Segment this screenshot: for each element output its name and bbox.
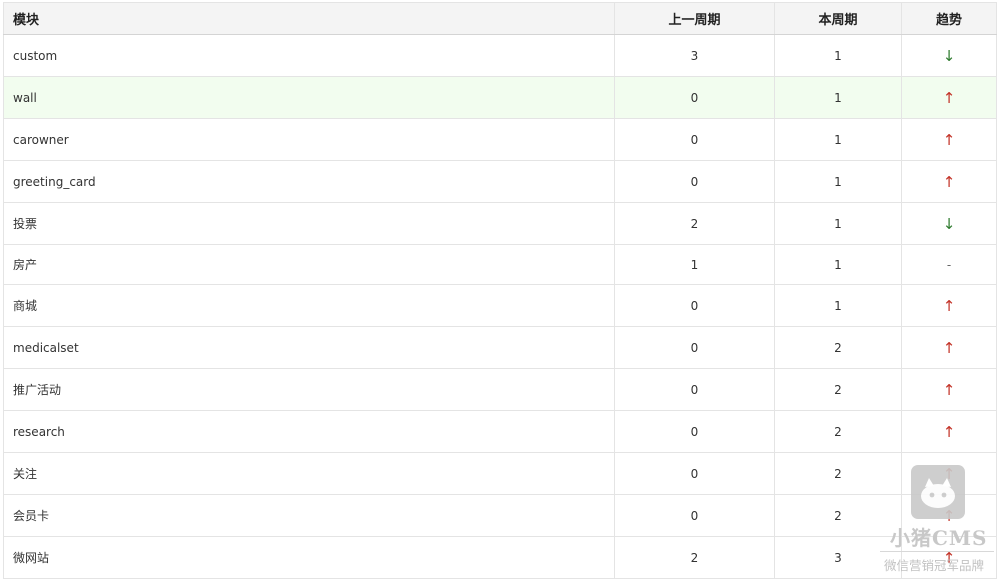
module-name: custom	[3, 34, 615, 77]
header-trend[interactable]: 趋势	[901, 2, 997, 35]
header-prev-period[interactable]: 上一周期	[614, 2, 775, 35]
trend-up-icon: ↑	[942, 130, 956, 149]
table-row: 投票 2 1 ↓	[3, 202, 997, 245]
prev-value: 0	[614, 368, 775, 411]
trend-up-icon: ↑	[942, 548, 956, 567]
trend-down-icon: ↓	[942, 46, 956, 65]
module-name: 会员卡	[3, 494, 615, 537]
table-row: 推广活动 0 2 ↑	[3, 368, 997, 411]
module-name: 微网站	[3, 536, 615, 579]
curr-value: 2	[774, 410, 902, 453]
prev-value: 0	[614, 452, 775, 495]
prev-value: 1	[614, 244, 775, 285]
table-row: 关注 0 2 ↑	[3, 452, 997, 495]
table-row: custom 3 1 ↓	[3, 34, 997, 77]
curr-value: 1	[774, 118, 902, 161]
table-row: medicalset 0 2 ↑	[3, 326, 997, 369]
curr-value: 2	[774, 368, 902, 411]
curr-value: 2	[774, 452, 902, 495]
curr-value: 1	[774, 76, 902, 119]
module-name: 推广活动	[3, 368, 615, 411]
table-row: 微网站 2 3 ↑	[3, 536, 997, 579]
module-name: carowner	[3, 118, 615, 161]
curr-value: 1	[774, 34, 902, 77]
module-name: 投票	[3, 202, 615, 245]
table-row: carowner 0 1 ↑	[3, 118, 997, 161]
table-row: 会员卡 0 2 ↑	[3, 494, 997, 537]
trend-up-icon: ↑	[942, 296, 956, 315]
curr-value: 2	[774, 494, 902, 537]
module-name: medicalset	[3, 326, 615, 369]
module-name: wall	[3, 76, 615, 119]
prev-value: 0	[614, 410, 775, 453]
table-row: greeting_card 0 1 ↑	[3, 160, 997, 203]
trend-up-icon: ↑	[942, 506, 956, 525]
module-name: 关注	[3, 452, 615, 495]
prev-value: 3	[614, 34, 775, 77]
module-name: 商城	[3, 284, 615, 327]
prev-value: 0	[614, 160, 775, 203]
trend-up-icon: ↑	[942, 172, 956, 191]
prev-value: 0	[614, 326, 775, 369]
table-row: 房产 1 1-	[3, 244, 997, 285]
trend-up-icon: ↑	[942, 380, 956, 399]
trend-up-icon: ↑	[942, 422, 956, 441]
module-stats-table: 模块 上一周期 本周期 趋势 custom 3 1 ↓ wall 0 1 ↑ carowne…	[3, 2, 997, 579]
prev-value: 0	[614, 118, 775, 161]
header-module[interactable]: 模块	[3, 2, 615, 35]
trend-flat-icon: -	[946, 257, 952, 272]
table-row: wall 0 1 ↑	[3, 76, 997, 119]
table-row: 商城 0 1 ↑	[3, 284, 997, 327]
curr-value: 1	[774, 160, 902, 203]
trend-up-icon: ↑	[942, 464, 956, 483]
prev-value: 0	[614, 494, 775, 537]
table-row: research 0 2 ↑	[3, 410, 997, 453]
curr-value: 1	[774, 244, 902, 285]
prev-value: 2	[614, 536, 775, 579]
prev-value: 0	[614, 284, 775, 327]
prev-value: 0	[614, 76, 775, 119]
curr-value: 2	[774, 326, 902, 369]
curr-value: 1	[774, 202, 902, 245]
trend-down-icon: ↓	[942, 214, 956, 233]
module-name: research	[3, 410, 615, 453]
module-name: 房产	[3, 244, 615, 285]
header-current-period[interactable]: 本周期	[774, 2, 902, 35]
module-name: greeting_card	[3, 160, 615, 203]
prev-value: 2	[614, 202, 775, 245]
trend-up-icon: ↑	[942, 338, 956, 357]
trend-up-icon: ↑	[942, 88, 956, 107]
table-header-row: 模块 上一周期 本周期 趋势	[3, 2, 997, 35]
curr-value: 1	[774, 284, 902, 327]
curr-value: 3	[774, 536, 902, 579]
